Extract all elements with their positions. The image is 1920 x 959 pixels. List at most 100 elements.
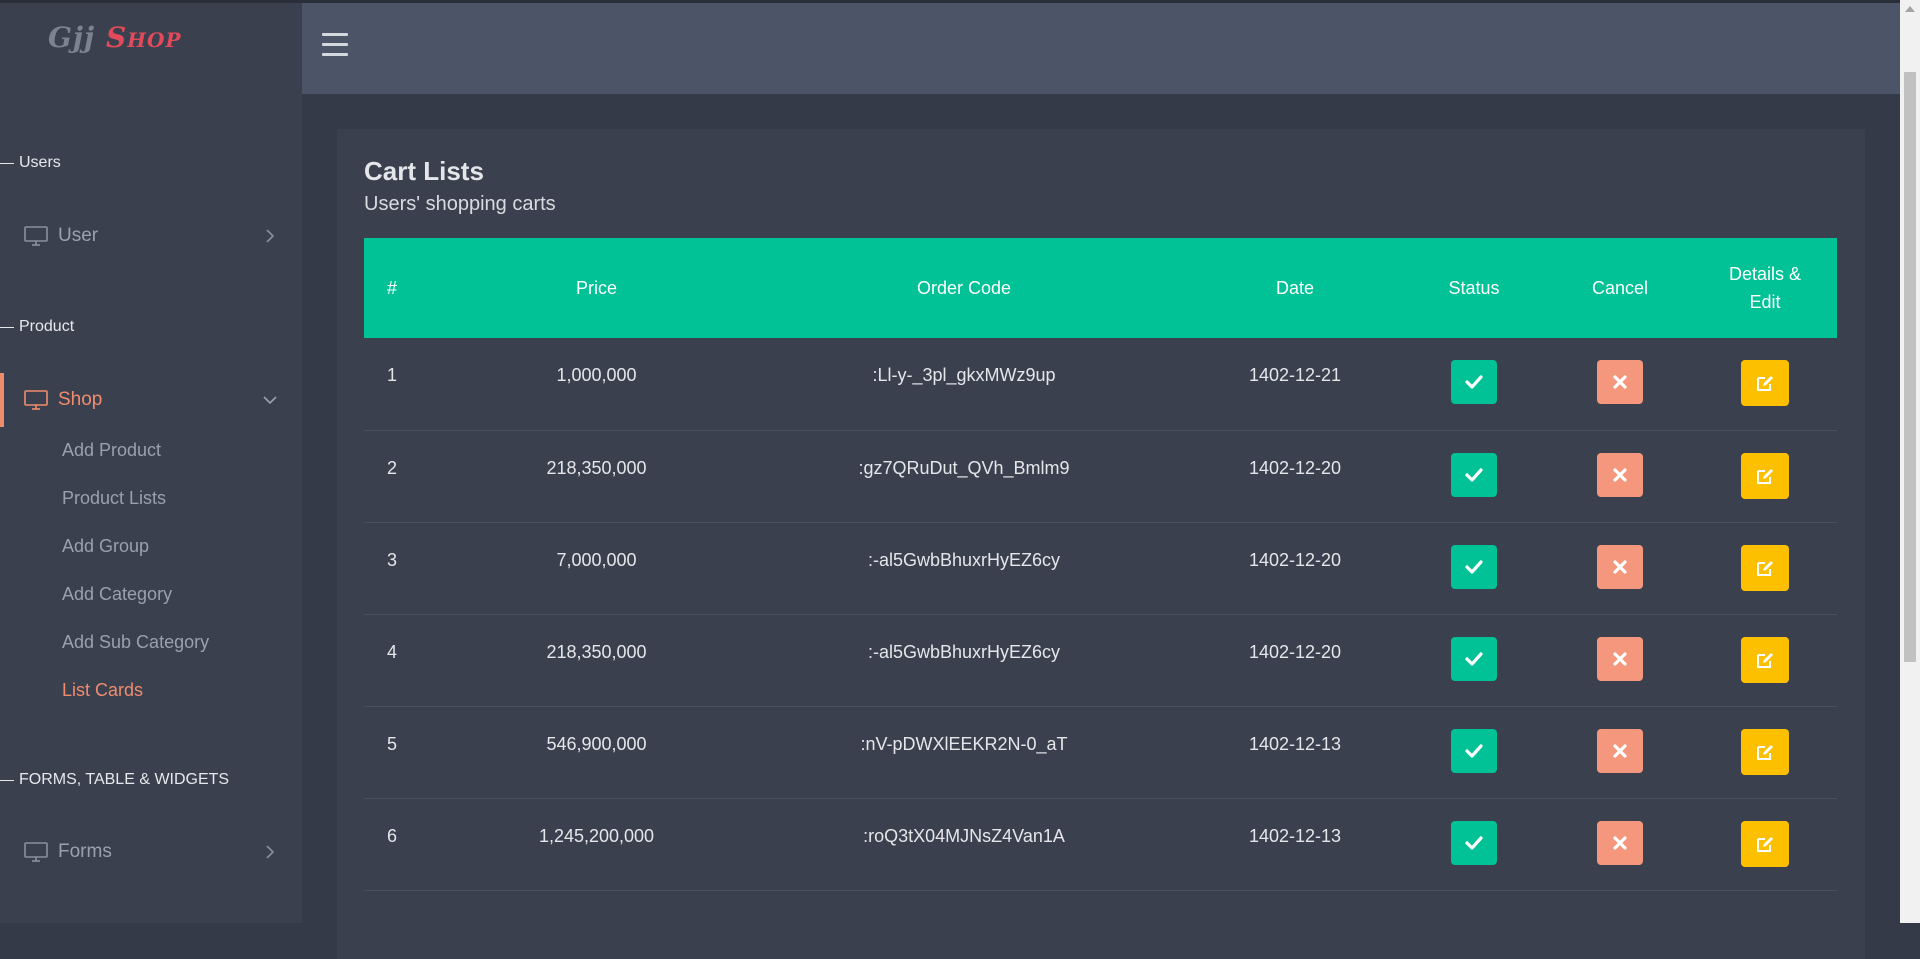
cell-order-code: :nV-pDWXlEEKR2N-0_aT xyxy=(739,706,1189,799)
cell-price: 1,245,200,000 xyxy=(454,798,739,891)
table-row: 4 218,350,000:-al5GwbBhuxrHyEZ6cy 1402-12-… xyxy=(364,614,1837,707)
cell-date: 1402-12-13 xyxy=(1189,798,1401,891)
edit-button[interactable] xyxy=(1741,360,1789,406)
logo[interactable]: Gjj Shop xyxy=(48,21,182,54)
status-button[interactable] xyxy=(1451,360,1497,404)
cell-date: 1402-12-21 xyxy=(1189,338,1401,431)
cancel-button[interactable] xyxy=(1597,728,1643,773)
status-button[interactable] xyxy=(1451,544,1497,589)
section-label: Product xyxy=(19,318,75,335)
chevron-right-icon xyxy=(266,845,275,859)
logo-text-primary: Gjj xyxy=(48,21,96,54)
sidebar-item-user[interactable]: User xyxy=(0,209,302,263)
sidebar-item-forms[interactable]: Forms xyxy=(0,825,302,879)
cell-price: 1,000,000 xyxy=(454,338,739,431)
scrollbar[interactable] xyxy=(1900,0,1920,923)
cancel-button[interactable] xyxy=(1597,360,1643,404)
chevron-down-icon xyxy=(263,396,277,405)
cell-status xyxy=(1401,706,1547,799)
cell-date: 1402-12-13 xyxy=(1189,706,1401,799)
cell-price: 546,900,000 xyxy=(454,706,739,799)
close-icon xyxy=(1613,743,1627,758)
cell-details xyxy=(1693,430,1837,523)
sidebar-subitem-product-lists[interactable]: Product Lists xyxy=(62,488,166,509)
sidebar-subitem-add-product[interactable]: Add Product xyxy=(62,440,161,461)
edit-icon xyxy=(1757,376,1773,391)
cell-details xyxy=(1693,798,1837,891)
column-header-details-line1: Details & xyxy=(1728,264,1802,284)
cell-price: 218,350,000 xyxy=(454,614,739,707)
cancel-button[interactable] xyxy=(1597,452,1643,497)
section-label: Users xyxy=(19,154,61,171)
cell-cancel xyxy=(1547,614,1693,707)
sidebar-subitem-add-sub-category[interactable]: Add Sub Category xyxy=(62,632,209,653)
cell-num: 1 xyxy=(364,338,454,431)
cell-cancel xyxy=(1547,338,1693,431)
edit-button[interactable] xyxy=(1741,728,1789,775)
status-button[interactable] xyxy=(1451,820,1497,865)
cell-date: 1402-12-20 xyxy=(1189,522,1401,615)
cart-lists-card: Cart Lists Users' shopping carts # Price… xyxy=(337,129,1865,959)
edit-button[interactable] xyxy=(1741,636,1789,683)
cell-date: 1402-12-20 xyxy=(1189,430,1401,523)
check-icon xyxy=(1465,559,1483,574)
sidebar-item-shop[interactable]: Shop xyxy=(0,373,302,427)
cell-details xyxy=(1693,522,1837,615)
hamburger-icon[interactable] xyxy=(322,33,352,59)
close-icon xyxy=(1613,375,1627,389)
section-dash xyxy=(0,162,14,164)
page-subtitle: Users' shopping carts xyxy=(364,193,556,215)
status-button[interactable] xyxy=(1451,636,1497,681)
check-icon xyxy=(1465,651,1483,666)
cancel-button[interactable] xyxy=(1597,544,1643,589)
cell-cancel xyxy=(1547,430,1693,523)
column-header-date: Date xyxy=(1275,278,1315,298)
edit-button[interactable] xyxy=(1741,544,1789,591)
cell-num: 6 xyxy=(364,798,454,891)
monitor-icon xyxy=(24,390,48,410)
sidebar-item-label: User xyxy=(58,225,99,246)
table-body: 1 1,000,000:Ll-y-_3pl_gkxMWz9up 1402-12-21… xyxy=(364,338,1837,891)
edit-icon xyxy=(1757,652,1773,668)
cell-price: 218,350,000 xyxy=(454,430,739,523)
cell-num: 4 xyxy=(364,614,454,707)
cell-cancel xyxy=(1547,706,1693,799)
status-button[interactable] xyxy=(1451,728,1497,773)
cell-details xyxy=(1693,614,1837,707)
edit-icon xyxy=(1757,744,1773,760)
table-row: 3 7,000,000:-al5GwbBhuxrHyEZ6cy 1402-12-20 xyxy=(364,522,1837,615)
section-title-product: Product xyxy=(0,318,74,336)
edit-button[interactable] xyxy=(1741,820,1789,867)
table-row: 5 546,900,000:nV-pDWXlEEKR2N-0_aT 1402-12-… xyxy=(364,706,1837,799)
cell-date: 1402-12-20 xyxy=(1189,614,1401,707)
edit-button[interactable] xyxy=(1741,452,1789,499)
cell-num: 5 xyxy=(364,706,454,799)
table-row: 6 1,245,200,000:roQ3tX04MJNsZ4Van1A 1402-1… xyxy=(364,798,1837,891)
cell-cancel xyxy=(1547,522,1693,615)
column-header-details: Details & Edit xyxy=(1693,238,1837,338)
cancel-button[interactable] xyxy=(1597,636,1643,681)
check-icon xyxy=(1465,743,1483,758)
edit-icon xyxy=(1757,560,1773,576)
cancel-button[interactable] xyxy=(1597,820,1643,865)
cell-status xyxy=(1401,430,1547,523)
section-dash xyxy=(0,326,14,328)
sidebar-subitem-add-category[interactable]: Add Category xyxy=(62,584,172,605)
sidebar-item-label: Shop xyxy=(58,389,103,410)
cell-price: 7,000,000 xyxy=(454,522,739,615)
cart-table: # Price Order Code Date Status Cancel De… xyxy=(364,238,1837,891)
scroll-up-arrow-icon[interactable] xyxy=(1905,6,1915,12)
sidebar-subitem-add-group[interactable]: Add Group xyxy=(62,536,149,557)
chevron-right-icon xyxy=(266,229,275,243)
column-header-cancel: Cancel xyxy=(1591,278,1649,298)
sidebar-subitem-list-cards[interactable]: List Cards xyxy=(62,680,143,701)
check-icon xyxy=(1465,835,1483,850)
sidebar-item-label: Forms xyxy=(58,841,112,862)
column-header-status: Status xyxy=(1448,278,1500,298)
section-title-forms: FORMS, TABLE & WIDGETS xyxy=(0,771,229,789)
status-button[interactable] xyxy=(1451,452,1497,497)
cell-num: 2 xyxy=(364,430,454,523)
cell-num: 3 xyxy=(364,522,454,615)
cell-order-code: :roQ3tX04MJNsZ4Van1A xyxy=(739,798,1189,891)
scrollbar-thumb[interactable] xyxy=(1904,72,1916,662)
